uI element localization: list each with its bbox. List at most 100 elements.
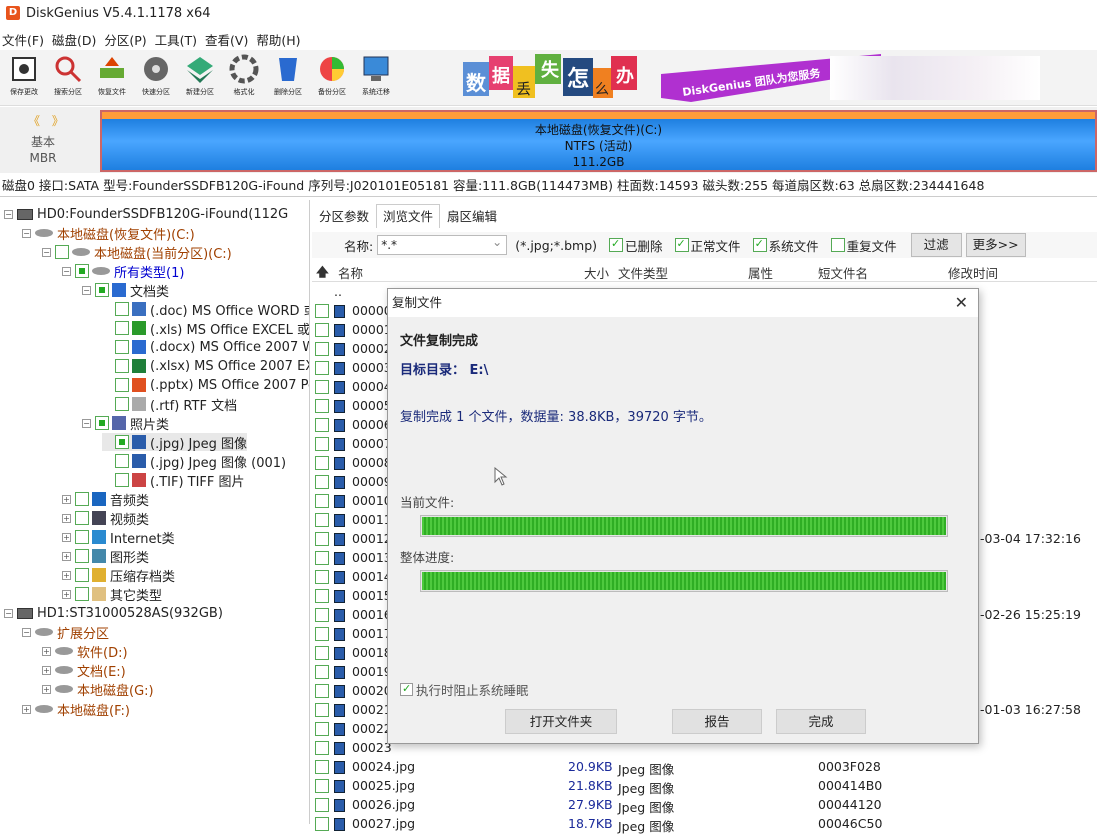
tree-node[interactable]: (.jpg) Jpeg 图像 (102, 433, 247, 452)
checkbox-icon[interactable] (315, 608, 329, 622)
duplicate-checkbox[interactable]: 重复文件 (830, 236, 897, 255)
expand-toggle-icon[interactable]: + (62, 551, 71, 561)
checkbox-icon[interactable] (315, 817, 329, 831)
expand-toggle-icon[interactable]: − (82, 285, 91, 295)
checkbox-icon[interactable] (115, 340, 129, 354)
tree-node[interactable]: + 其它类型 (62, 585, 162, 604)
file-row[interactable]: 00027.jpg 18.7KB Jpeg 图像 00046C50 (312, 815, 1097, 834)
expand-toggle-icon[interactable]: + (62, 513, 71, 523)
menu-item[interactable]: 磁盘(D) (52, 30, 96, 49)
open-folder-button[interactable]: 打开文件夹 (505, 709, 617, 734)
checkbox-icon[interactable] (75, 264, 89, 278)
tree-node[interactable]: − HD1:ST31000528AS(932GB) (4, 604, 223, 622)
toolbar-button[interactable]: 保存更改 (4, 50, 44, 104)
expand-toggle-icon[interactable]: − (62, 266, 71, 276)
expand-toggle-icon[interactable]: − (4, 209, 13, 219)
tree-node[interactable]: + 本地磁盘(F:) (22, 700, 130, 719)
expand-toggle-icon[interactable]: + (62, 589, 71, 599)
tree-node[interactable]: − 所有类型(1) (62, 262, 184, 281)
tree-node[interactable]: + 文档(E:) (42, 661, 126, 680)
up-folder-icon[interactable]: 🡅 (316, 263, 329, 284)
checkbox-icon[interactable] (115, 397, 129, 411)
checkbox-icon[interactable] (115, 321, 129, 335)
checkbox-icon[interactable] (315, 703, 329, 717)
checkbox-icon[interactable] (315, 627, 329, 641)
expand-toggle-icon[interactable]: + (22, 704, 31, 714)
expand-toggle-icon[interactable]: + (42, 684, 51, 694)
toolbar-button[interactable]: 恢复文件 (92, 50, 132, 104)
normal-checkbox[interactable]: 正常文件 (674, 236, 741, 255)
expand-toggle-icon[interactable]: − (22, 627, 31, 637)
checkbox-icon[interactable] (115, 359, 129, 373)
prevent-sleep-checkbox[interactable]: 执行时阻止系统睡眠 (400, 680, 529, 699)
tab-browse-files[interactable]: 浏览文件 (376, 204, 441, 228)
tree-node[interactable]: − 本地磁盘(恢复文件)(C:) (22, 224, 195, 243)
checkbox-icon[interactable] (315, 722, 329, 736)
checkbox-icon[interactable] (315, 494, 329, 508)
tree-node[interactable]: (.rtf) RTF 文档 (102, 395, 237, 414)
tree-node[interactable]: (.docx) MS Office 2007 WC (102, 338, 309, 356)
tree-node[interactable]: (.doc) MS Office WORD 或 (102, 300, 309, 319)
toolbar-button[interactable]: 备份分区 (312, 50, 352, 104)
system-checkbox[interactable]: 系统文件 (752, 236, 819, 255)
checkbox-icon[interactable] (315, 798, 329, 812)
file-row[interactable]: 00024.jpg 20.9KB Jpeg 图像 0003F028 (312, 758, 1097, 777)
expand-toggle-icon[interactable]: − (22, 228, 31, 238)
checkbox-icon[interactable] (315, 646, 329, 660)
checkbox-icon[interactable] (95, 416, 109, 430)
checkbox-icon[interactable] (315, 323, 329, 337)
checkbox-icon[interactable] (315, 760, 329, 774)
checkbox-icon[interactable] (315, 456, 329, 470)
expand-toggle-icon[interactable]: + (42, 665, 51, 675)
checkbox-icon[interactable] (315, 380, 329, 394)
more-button[interactable]: 更多>> (965, 233, 1026, 257)
toolbar-button[interactable]: 快速分区 (136, 50, 176, 104)
checkbox-icon[interactable] (75, 549, 89, 563)
checkbox-icon[interactable] (315, 532, 329, 546)
file-row[interactable]: 00025.jpg 21.8KB Jpeg 图像 000414B0 (312, 777, 1097, 796)
checkbox-icon[interactable] (75, 568, 89, 582)
tree-node[interactable]: (.jpg) Jpeg 图像 (001) (102, 452, 286, 471)
col-size[interactable]: 大小 (584, 263, 609, 282)
col-type[interactable]: 文件类型 (618, 263, 668, 282)
checkbox-icon[interactable] (115, 302, 129, 316)
expand-toggle-icon[interactable]: + (42, 646, 51, 656)
done-button[interactable]: 完成 (776, 709, 866, 734)
tree-node[interactable]: + 音频类 (62, 490, 149, 509)
name-filter-input[interactable]: *.* (377, 233, 508, 255)
tree-node[interactable]: (.xlsx) MS Office 2007 EXC (102, 357, 309, 375)
toolbar-button[interactable]: 新建分区 (180, 50, 220, 104)
menu-item[interactable]: 查看(V) (205, 30, 248, 49)
checkbox-icon[interactable] (315, 665, 329, 679)
tree-node[interactable]: − 照片类 (82, 414, 169, 433)
filter-button[interactable]: 过滤 (910, 233, 962, 257)
partition-bar[interactable]: 本地磁盘(恢复文件)(C:) NTFS (活动) 111.2GB (100, 110, 1097, 172)
tab-partition-params[interactable]: 分区参数 (312, 204, 376, 228)
col-attr[interactable]: 属性 (748, 263, 773, 282)
toolbar-button[interactable]: 系统迁移 (356, 50, 396, 104)
toolbar-button[interactable]: 删除分区 (268, 50, 308, 104)
checkbox-icon[interactable] (315, 437, 329, 451)
checkbox-icon[interactable] (315, 779, 329, 793)
tree-node[interactable]: − 扩展分区 (22, 623, 109, 642)
menu-item[interactable]: 工具(T) (155, 30, 197, 49)
report-button[interactable]: 报告 (672, 709, 762, 734)
disk-tree[interactable]: − HD0:FounderSSDFB120G-iFound(112G − 本地磁盘(恢… (0, 200, 310, 824)
tree-node[interactable]: − HD0:FounderSSDFB120G-iFound(112G (4, 205, 288, 223)
tree-node[interactable]: (.xls) MS Office EXCEL 或 W (102, 319, 309, 338)
col-modified[interactable]: 修改时间 (948, 263, 998, 282)
tree-node[interactable]: − 本地磁盘(当前分区)(C:) (42, 243, 232, 262)
banner-ad[interactable]: 数 据 丢 失 怎 么 办 DiskGenius 团队为您服务 (461, 52, 891, 104)
checkbox-icon[interactable] (315, 399, 329, 413)
tree-node[interactable]: + 压缩存档类 (62, 566, 175, 585)
checkbox-icon[interactable] (315, 551, 329, 565)
checkbox-icon[interactable] (315, 361, 329, 375)
checkbox-icon[interactable] (315, 589, 329, 603)
tab-sector-edit[interactable]: 扇区编辑 (440, 204, 504, 228)
checkbox-icon[interactable] (115, 378, 129, 392)
checkbox-icon[interactable] (115, 473, 129, 487)
menu-item[interactable]: 帮助(H) (256, 30, 300, 49)
checkbox-icon[interactable] (315, 741, 329, 755)
tree-node[interactable]: (.pptx) MS Office 2007 Pov (102, 376, 309, 394)
tree-node[interactable]: + Internet类 (62, 528, 175, 547)
